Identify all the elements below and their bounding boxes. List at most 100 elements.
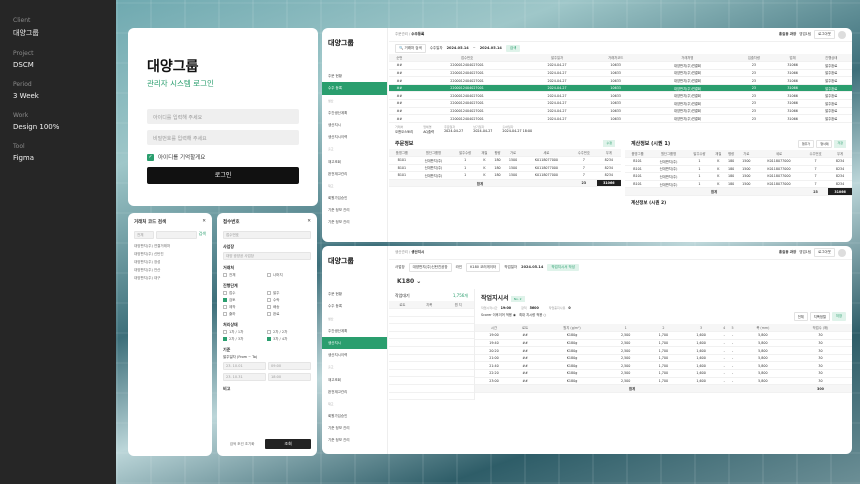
sidebar-item[interactable]: 재고 — [322, 180, 387, 192]
column-header[interactable]: 원단그룹명 — [650, 149, 687, 158]
option[interactable]: 1차 / 1차 — [223, 330, 267, 335]
column-header[interactable]: 작업수 (매) — [788, 324, 852, 333]
option[interactable]: 완료 — [267, 312, 311, 317]
table-row[interactable]: 23:00 ## K180g 2,500 1,700 1,600- -5,800 30 — [475, 377, 852, 386]
date-to[interactable]: 23. 10.31 — [223, 373, 266, 381]
table-row[interactable] — [389, 323, 474, 332]
sidebar-item[interactable]: 기준 정보 관리 — [322, 434, 387, 446]
table-row[interactable]: ## 2200012404027001 2024-04-27 10633 대양판지(주)… — [389, 91, 852, 101]
line-select[interactable]: K180 코러게이터 — [466, 262, 501, 272]
column-header[interactable]: 가로 — [737, 149, 756, 158]
column-header[interactable]: 재질 — [712, 149, 725, 158]
sidebar-item[interactable]: 주문 현황 — [322, 288, 387, 300]
list-item[interactable]: 대양판지(주) 연결거래처 — [134, 242, 206, 250]
table-row[interactable]: ## 2200012404027001 2024-04-27 10633 대양판지(주)… — [389, 61, 852, 70]
sidebar-item[interactable]: 재고조회 — [322, 374, 387, 386]
work-order-action-button[interactable]: 저장 — [831, 312, 846, 321]
list-item[interactable]: 대양판지(주) 안산 — [134, 266, 206, 274]
table-row[interactable]: B101 신대판지(주) 1 K 180 1500 K0118077000 7 8234 — [389, 171, 621, 180]
column-header[interactable]: 세로 — [755, 149, 803, 158]
sidebar-item[interactable]: 생산지시이력 — [322, 349, 387, 361]
toggle-max[interactable]: 최대 지시량 적용 — [519, 313, 542, 317]
sidebar-item[interactable]: 생산지시 — [322, 336, 387, 350]
table-row[interactable]: 19:40 ## K180g 2,500 1,700 1,600- -5,800 30 — [475, 339, 852, 348]
column-header[interactable]: 품명그룹 — [625, 149, 651, 158]
column-header[interactable]: 4 — [719, 324, 729, 333]
column-header[interactable]: 순번 — [389, 54, 410, 63]
close-icon[interactable]: ✕ — [307, 219, 311, 225]
calc-action-button[interactable]: 행삭제 — [816, 139, 833, 148]
column-header[interactable]: 가로 — [504, 148, 522, 157]
column-header[interactable]: 지폭 — [415, 301, 443, 310]
time-to[interactable]: 18:00 — [268, 373, 311, 381]
table-row[interactable]: B101 신대판지(주) 1 K 180 1500 K0118077000 7 8234 — [389, 156, 621, 165]
column-header[interactable]: 입출차량 — [733, 54, 775, 63]
list-item[interactable]: 대양판지(주) 신탄진 — [134, 250, 206, 258]
work-date[interactable]: 2024.05.14 — [521, 265, 543, 269]
work-order-action-button[interactable]: 지폭정렬 — [809, 312, 830, 321]
sidebar-item[interactable]: 주간생산계획 — [322, 107, 387, 119]
table-row[interactable] — [389, 369, 474, 378]
column-header[interactable]: 로트 — [389, 301, 416, 310]
table-row[interactable]: B101 신대판지(주) 1 K 180 1500 K0118077000 7 8234 — [625, 172, 852, 181]
search-button[interactable]: 검색 — [199, 231, 206, 239]
table-row[interactable] — [389, 346, 474, 355]
sidebar-item[interactable]: 생산지시이력 — [322, 131, 387, 143]
table-row[interactable] — [389, 354, 474, 363]
option[interactable]: 검토 — [223, 298, 267, 303]
sidebar-item[interactable]: 생산 — [322, 313, 387, 325]
column-header[interactable]: 시간 — [475, 324, 513, 333]
column-header[interactable]: 2 — [644, 324, 683, 333]
sidebar-item[interactable]: 회원가입승인 — [322, 192, 387, 204]
table-row[interactable]: ## 2200012404027001 2024-04-27 10633 대양판지(주)… — [389, 107, 852, 116]
table-row[interactable]: 22:20 ## K180g 2,500 1,700 1,600- -5,800 30 — [475, 369, 852, 378]
sidebar-item[interactable]: 생산 — [322, 95, 387, 107]
column-header[interactable]: 원지 (g/m²) — [537, 324, 607, 333]
table-row[interactable]: B101 신대판지(주) 1 K 180 1500 K0118077000 7 8234 — [625, 180, 852, 189]
column-header[interactable]: 1 — [606, 324, 645, 333]
sidebar-item[interactable]: 생산지시 — [322, 119, 387, 131]
table-row[interactable]: B101 신대판지(주) 1 K 180 1500 K0118077000 7 8234 — [389, 164, 621, 173]
table-row[interactable]: 19:00 ## K180g 2,500 1,700 1,600- -5,800 30 — [475, 331, 852, 340]
column-header[interactable]: 품명그룹 — [389, 148, 415, 157]
column-header[interactable]: 폭 (mm) — [736, 324, 789, 333]
option[interactable]: 3차 / 4차 — [267, 337, 311, 342]
column-header[interactable]: 세로 — [521, 148, 571, 157]
sidebar-item[interactable]: 출고 — [322, 143, 387, 155]
sidebar-item[interactable]: 수주 등록 — [322, 300, 387, 312]
sidebar-item[interactable]: 기준 정보 관리 — [322, 422, 387, 434]
scope-select[interactable]: 전체 — [134, 231, 154, 239]
vendor-search-input[interactable] — [155, 231, 197, 239]
sidebar-item[interactable]: 주문 현황 — [322, 70, 387, 82]
table-row[interactable] — [389, 308, 474, 317]
column-header[interactable]: 평량 — [724, 149, 738, 158]
list-item[interactable]: 대양판지(주) 대구 — [134, 274, 206, 282]
column-header[interactable]: 무게 — [828, 149, 852, 158]
work-order-action-button[interactable]: 전체 — [793, 312, 808, 321]
column-header[interactable]: 발주수량 — [452, 148, 478, 157]
table-row[interactable]: 20:20 ## K180g 2,500 1,700 1,600- -5,800 30 — [475, 346, 852, 355]
sidebar-item[interactable]: 재고조회 — [322, 156, 387, 168]
table-row[interactable] — [389, 384, 474, 393]
login-button[interactable]: 로그인 — [147, 167, 299, 184]
column-header[interactable]: 업체 — [774, 54, 811, 63]
avatar[interactable] — [838, 248, 846, 257]
machine-select[interactable]: K180 ⌄ — [389, 274, 852, 289]
column-header[interactable]: 재질 — [477, 148, 491, 157]
option[interactable]: 2차 / 3차 — [223, 337, 267, 342]
close-icon[interactable]: ✕ — [202, 219, 206, 225]
table-row[interactable] — [389, 361, 474, 370]
column-header[interactable]: 접수번호 — [409, 54, 525, 63]
list-item[interactable]: 대양판지(주) 장성 — [134, 258, 206, 266]
column-header[interactable]: 무게 — [596, 148, 621, 157]
column-header[interactable]: 수주번호 — [570, 148, 597, 157]
column-header[interactable]: 발주수량 — [686, 149, 713, 158]
sidebar-item[interactable]: 완전재고관리 — [322, 168, 387, 180]
calc-action-button[interactable]: 행추가 — [797, 139, 815, 148]
option[interactable]: 접수 — [223, 291, 267, 296]
table-row[interactable] — [389, 331, 474, 340]
column-header[interactable]: 평량 — [490, 148, 505, 157]
toggle-scorer[interactable]: Scorer 이후이어 적용 — [481, 313, 512, 317]
table-row[interactable]: B101 신대판지(주) 1 K 180 1500 K0118077000 7 8234 — [625, 157, 852, 166]
column-header[interactable]: 3 — [682, 324, 720, 333]
